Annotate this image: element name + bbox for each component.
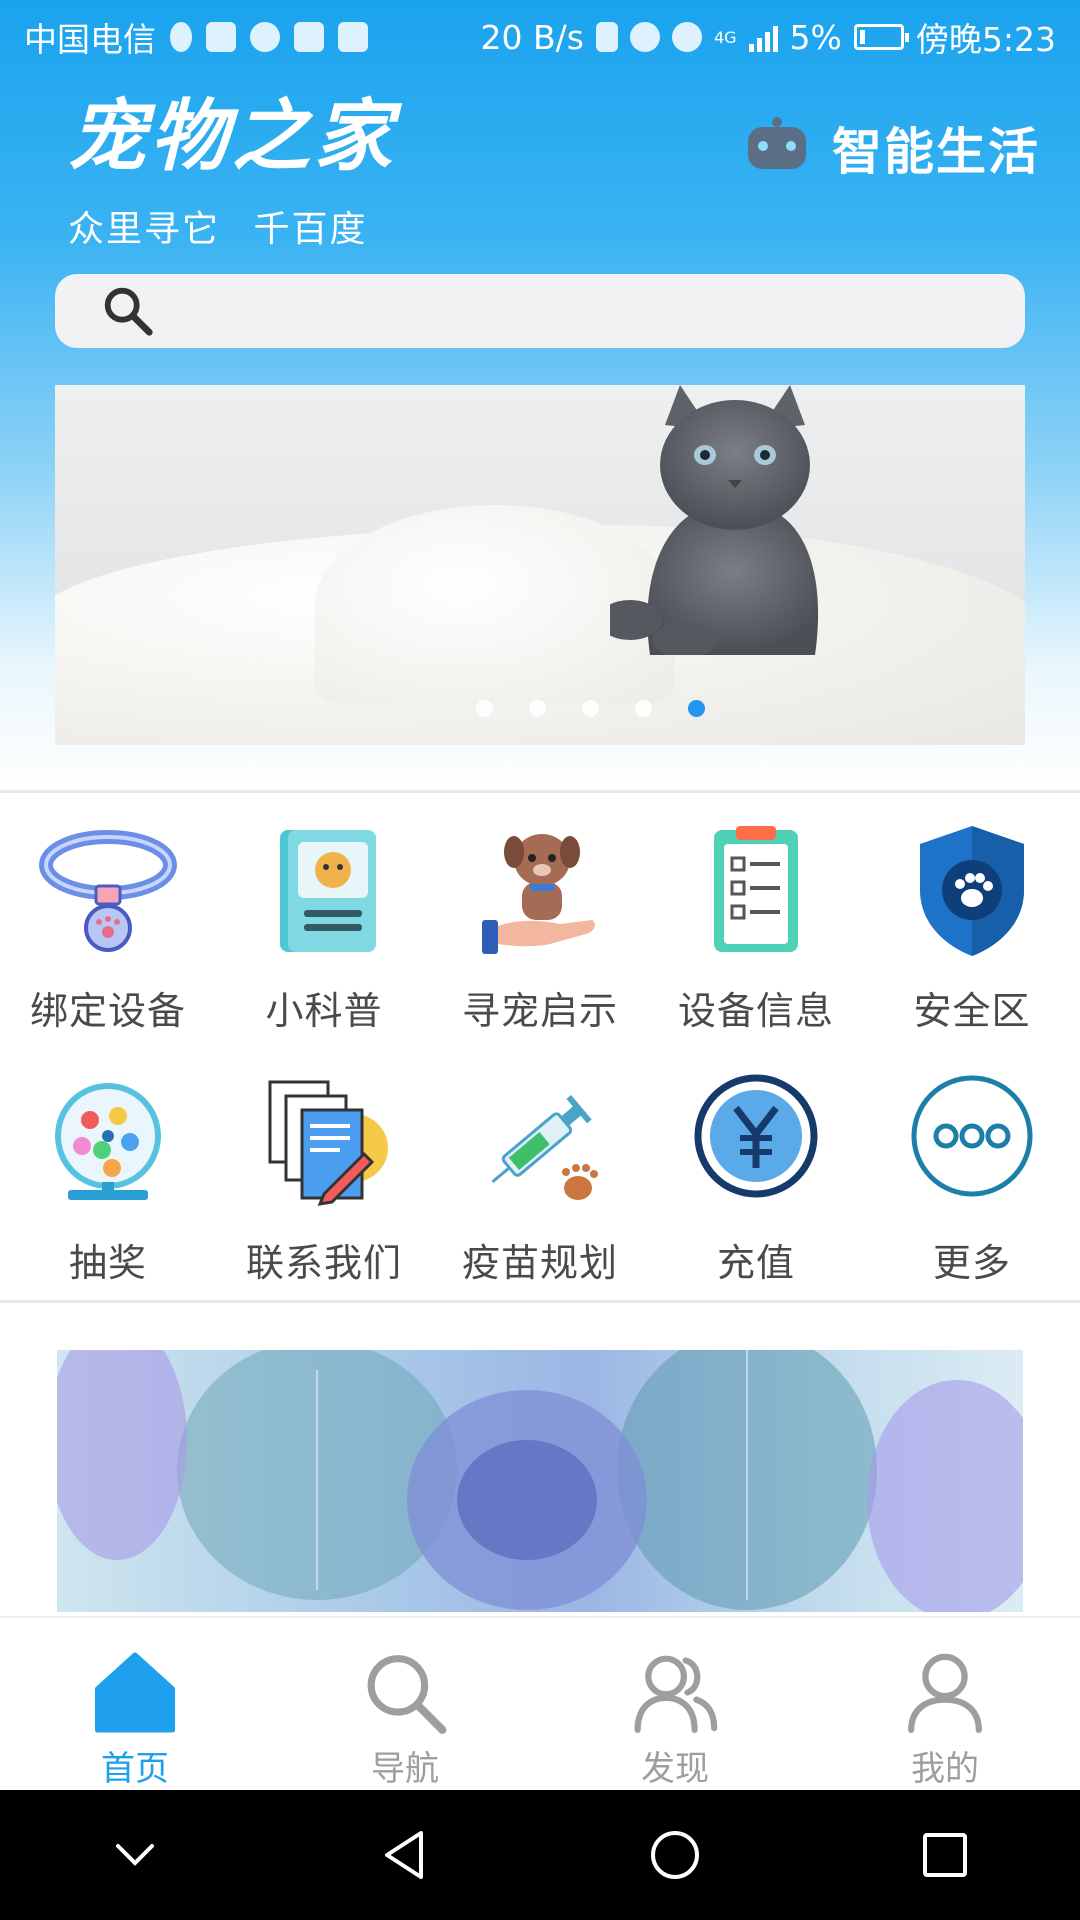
carousel-dot[interactable] bbox=[528, 700, 546, 717]
grid-item-label: 寻宠启示 bbox=[461, 989, 618, 1033]
home-icon bbox=[94, 1652, 176, 1733]
tab-label: 首页 bbox=[101, 1749, 169, 1789]
grid-item-label: 联系我们 bbox=[245, 1241, 402, 1285]
system-nav-bar bbox=[0, 1790, 1080, 1920]
grid-item-vaccine[interactable]: 疫苗规划 bbox=[432, 1062, 648, 1314]
divider bbox=[0, 790, 1080, 793]
bottom-tab-bar: 首页 导航 发现 我的 bbox=[0, 1616, 1080, 1790]
grid-item-label: 设备信息 bbox=[677, 989, 834, 1033]
network-type: 4G bbox=[713, 27, 737, 47]
shield-notification-icon bbox=[206, 22, 236, 52]
grid-item-bind-device[interactable]: 绑定设备 bbox=[0, 810, 216, 1062]
collar-icon bbox=[39, 830, 177, 952]
brand-block: 宠物之家 众里寻它 千百度 bbox=[68, 92, 396, 252]
grid-item-label: 更多 bbox=[932, 1241, 1011, 1285]
grid-item-contact[interactable]: 联系我们 bbox=[216, 1062, 432, 1314]
grid-item-lottery[interactable]: 抽奖 bbox=[0, 1062, 216, 1314]
wifi-icon bbox=[671, 22, 702, 52]
robot-icon bbox=[748, 117, 806, 169]
tab-navigation[interactable]: 导航 bbox=[270, 1618, 540, 1790]
grid-item-recharge[interactable]: 充值 bbox=[648, 1062, 864, 1314]
promo-banner[interactable] bbox=[57, 1350, 1023, 1612]
carousel-indicator bbox=[55, 700, 1025, 717]
grid-item-label: 绑定设备 bbox=[29, 989, 186, 1033]
tab-label: 导航 bbox=[371, 1749, 439, 1789]
tab-discover[interactable]: 发现 bbox=[540, 1618, 810, 1790]
smart-life-button[interactable]: 智能生活 bbox=[748, 112, 1040, 184]
recents-button[interactable] bbox=[810, 1825, 1080, 1885]
grid-item-label: 抽奖 bbox=[68, 1241, 147, 1285]
carousel-dot[interactable] bbox=[634, 700, 652, 717]
grid-item-device-info[interactable]: 设备信息 bbox=[648, 810, 864, 1062]
app-title: 宠物之家 bbox=[68, 91, 397, 182]
search-icon bbox=[367, 1655, 447, 1734]
hide-nav-button[interactable] bbox=[0, 1830, 270, 1880]
wechat-icon bbox=[250, 22, 280, 52]
clipboard-icon bbox=[714, 826, 798, 952]
function-grid: 绑定设备 小科普 寻宠启示 设备信息 安全区 抽奖 联系我们 疫苗规划 充值 更… bbox=[0, 810, 1080, 1314]
person-icon bbox=[908, 1653, 982, 1733]
yuan-coin-icon bbox=[694, 1074, 818, 1198]
search-icon bbox=[104, 287, 153, 336]
grid-item-safe-zone[interactable]: 安全区 bbox=[864, 810, 1080, 1062]
book-icon bbox=[280, 830, 376, 952]
truck-icon bbox=[338, 22, 368, 52]
carousel-dot[interactable] bbox=[475, 700, 493, 717]
syringe-icon bbox=[491, 1095, 598, 1200]
app-subtitle: 众里寻它 千百度 bbox=[68, 209, 368, 250]
grid-item-label: 安全区 bbox=[913, 989, 1031, 1033]
carousel-dot[interactable] bbox=[581, 700, 599, 717]
tab-home[interactable]: 首页 bbox=[0, 1618, 270, 1790]
tab-label: 发现 bbox=[641, 1749, 709, 1789]
grid-item-science[interactable]: 小科普 bbox=[216, 810, 432, 1062]
alipay-icon bbox=[294, 22, 324, 52]
grid-row-2: 抽奖 联系我们 疫苗规划 充值 更多 bbox=[0, 1062, 1080, 1314]
vibrate-icon bbox=[595, 22, 618, 52]
lottery-icon bbox=[55, 1083, 161, 1200]
grid-item-label: 疫苗规划 bbox=[461, 1241, 618, 1285]
square-icon bbox=[923, 1833, 967, 1877]
grid-row-1: 绑定设备 小科普 寻宠启示 设备信息 安全区 bbox=[0, 810, 1080, 1062]
battery-percent: 5% bbox=[789, 17, 842, 57]
back-triangle-icon bbox=[385, 1831, 423, 1879]
documents-icon bbox=[268, 1080, 388, 1206]
smart-life-label: 智能生活 bbox=[832, 123, 1040, 181]
grid-item-more[interactable]: 更多 bbox=[864, 1062, 1080, 1314]
tab-mine[interactable]: 我的 bbox=[810, 1618, 1080, 1790]
clock: 傍晚5:23 bbox=[915, 20, 1056, 59]
banner-carousel[interactable] bbox=[55, 385, 1025, 745]
divider bbox=[0, 1300, 1080, 1303]
chevron-down-icon bbox=[116, 1844, 154, 1866]
carousel-dot-active[interactable] bbox=[687, 700, 705, 717]
carrier-label: 中国电信 bbox=[24, 20, 156, 59]
network-speed: 20 B/s bbox=[480, 17, 584, 57]
home-button[interactable] bbox=[540, 1825, 810, 1885]
eye-icon bbox=[629, 22, 660, 52]
grid-item-lost-pet[interactable]: 寻宠启示 bbox=[432, 810, 648, 1062]
shield-paw-icon bbox=[920, 826, 1024, 956]
battery-icon bbox=[853, 24, 909, 50]
usb-icon bbox=[170, 22, 192, 52]
signal-icon bbox=[748, 22, 778, 52]
cat-image bbox=[610, 385, 819, 655]
tab-label: 我的 bbox=[911, 1749, 979, 1789]
home-circle-icon bbox=[651, 1831, 699, 1879]
search-input[interactable] bbox=[181, 291, 981, 331]
more-icon bbox=[911, 1075, 1033, 1197]
search-bar[interactable] bbox=[55, 274, 1025, 348]
dog-in-hand-icon bbox=[482, 834, 595, 954]
grid-item-label: 充值 bbox=[716, 1241, 795, 1285]
back-button[interactable] bbox=[270, 1825, 540, 1885]
grid-item-label: 小科普 bbox=[265, 989, 383, 1033]
people-icon bbox=[634, 1655, 718, 1733]
status-bar: 中国电信 20 B/s 4G 5% 傍晚5:23 bbox=[0, 0, 1080, 74]
flower-banner-image bbox=[57, 1350, 1023, 1612]
